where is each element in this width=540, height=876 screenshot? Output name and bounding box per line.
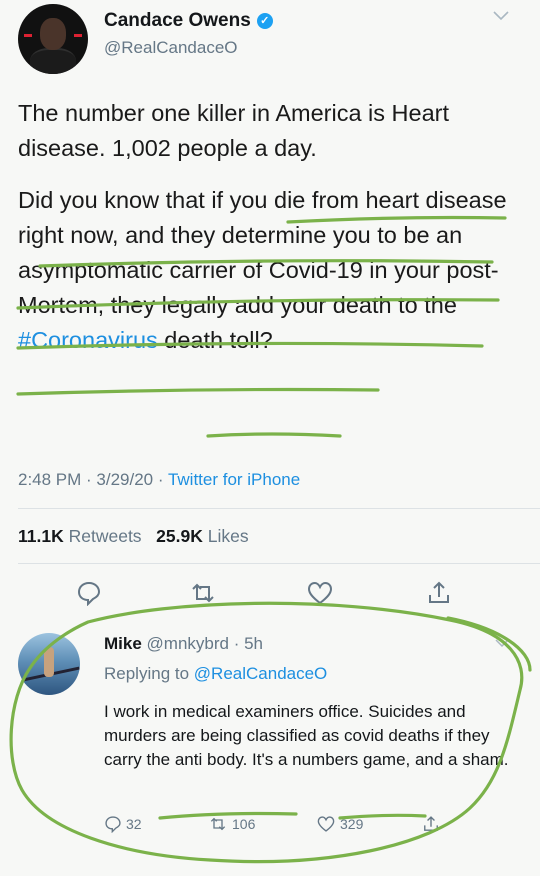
heart-icon [317, 816, 335, 832]
verified-badge-icon: ✓ [256, 13, 273, 29]
tweet-body: The number one killer in America is Hear… [18, 96, 528, 375]
reply-like-action[interactable]: 329 [316, 815, 363, 833]
replying-to: Replying to @RealCandaceO [104, 664, 327, 684]
likes-stat[interactable]: 25.9K Likes [156, 526, 248, 546]
reply-bubble-icon[interactable] [76, 580, 102, 606]
replying-label: Replying to [104, 664, 194, 683]
underline-5 [16, 387, 380, 396]
tweet-paragraph-2-end: death toll? [164, 327, 273, 353]
retweets-count: 11.1K [18, 526, 64, 546]
share-icon [424, 816, 438, 831]
hashtag-link[interactable]: #Coronavirus [18, 327, 158, 353]
reply-retweet-action[interactable]: 106 [208, 815, 255, 833]
mike-avatar[interactable] [18, 633, 80, 695]
tweet-timestamp: 2:48 PM · 3/29/20 · Twitter for iPhone [18, 470, 300, 490]
chevron-down-icon[interactable] [492, 10, 510, 22]
underline-6 [206, 432, 342, 438]
reply-handle-time: @mnkybrd · 5h [146, 634, 263, 653]
author-name[interactable]: Candace Owens [104, 10, 251, 32]
tweet-paragraph-1: The number one killer in America is Hear… [18, 100, 450, 161]
retweet-icon [210, 817, 226, 831]
tweet-source-link[interactable]: Twitter for iPhone [168, 470, 300, 489]
retweet-icon[interactable] [188, 580, 218, 606]
reply-header: Mike @mnkybrd · 5h [104, 634, 263, 654]
likes-count: 25.9K [156, 526, 203, 546]
reply-bubble-icon [105, 816, 121, 833]
reply-author-name[interactable]: Mike [104, 634, 142, 653]
divider [18, 563, 540, 564]
tweet-action-bar [0, 580, 540, 612]
retweets-label: Retweets [68, 526, 142, 546]
tweet-time: 2:48 PM · 3/29/20 · [18, 470, 168, 489]
reply-reply-action[interactable]: 32 [104, 815, 142, 833]
heart-icon[interactable] [306, 580, 334, 606]
replying-to-link[interactable]: @RealCandaceO [194, 664, 328, 683]
reply-retweet-count: 106 [232, 816, 256, 832]
reply-like-count: 329 [340, 816, 364, 832]
tweet-stats: 11.1K Retweets 25.9K Likes [18, 526, 249, 547]
candace-avatar[interactable] [18, 4, 88, 74]
retweets-stat[interactable]: 11.1K Retweets [18, 526, 142, 546]
author-name-row: Candace Owens ✓ [104, 10, 273, 32]
reply-count: 32 [126, 816, 142, 832]
tweet-paragraph-2-text: Did you know that if you die from heart … [18, 187, 507, 318]
tweet-screenshot: Candace Owens ✓ @RealCandaceO The number… [0, 0, 540, 876]
reply-share-action[interactable] [422, 815, 444, 833]
reply-tweet[interactable]: Mike @mnkybrd · 5h Replying to @RealCand… [0, 620, 540, 876]
tweet-paragraph-2: Did you know that if you die from heart … [18, 183, 528, 358]
reply-action-bar: 32 106 329 [0, 815, 540, 839]
likes-label: Likes [207, 526, 249, 546]
divider [18, 508, 540, 509]
chevron-down-icon[interactable] [494, 638, 510, 648]
author-handle[interactable]: @RealCandaceO [104, 38, 238, 58]
share-icon[interactable] [426, 580, 452, 606]
reply-body: I work in medical examiners office. Suic… [104, 702, 509, 769]
